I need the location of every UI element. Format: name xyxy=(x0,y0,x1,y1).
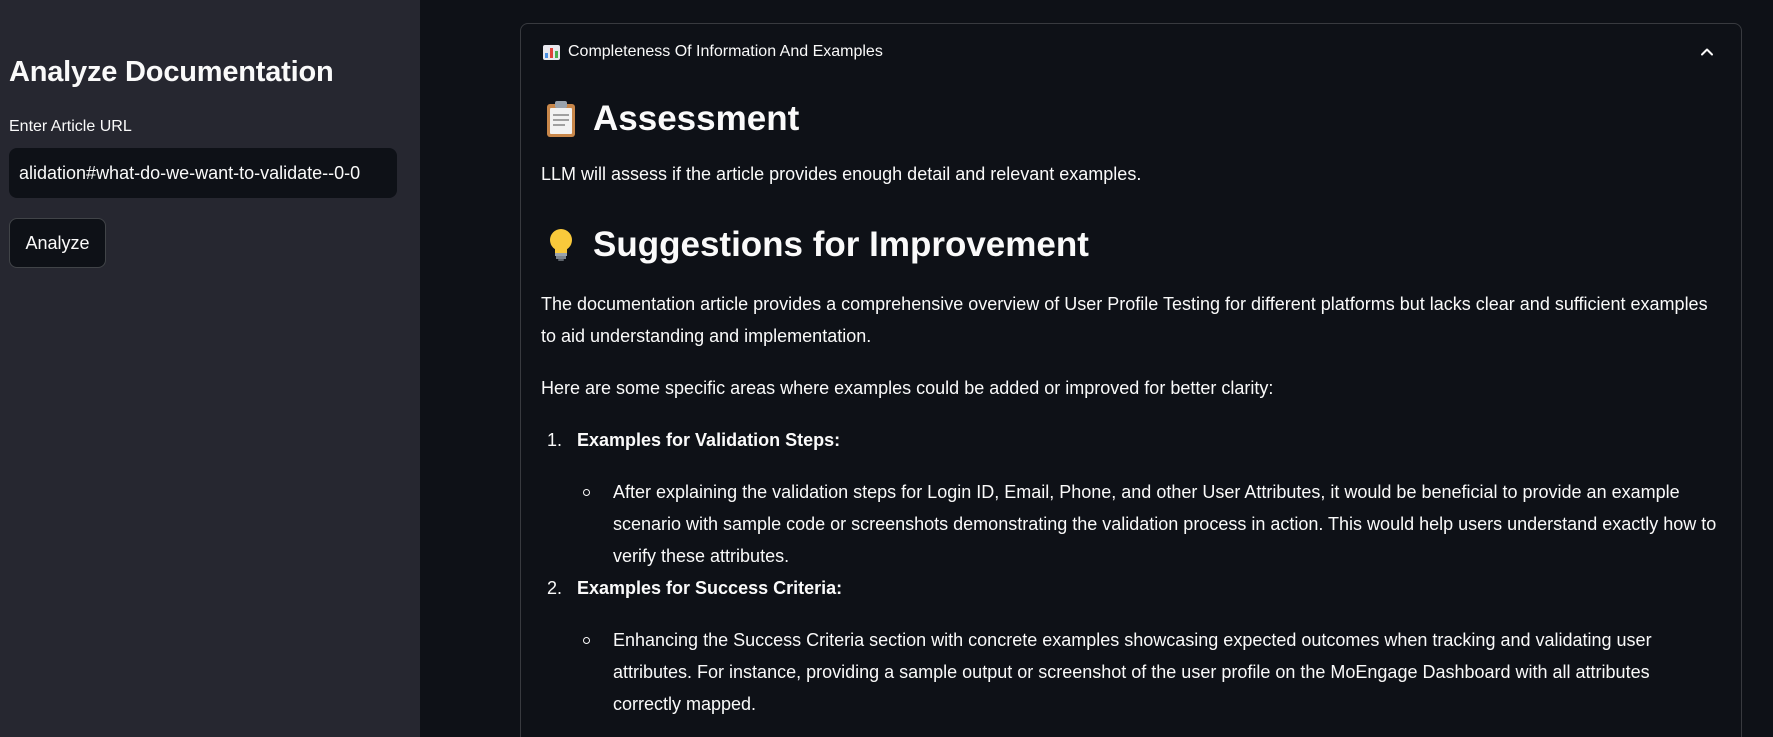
assessment-heading-text: Assessment xyxy=(593,99,800,138)
suggestions-heading-text: Suggestions for Improvement xyxy=(593,225,1089,264)
intro-paragraph: The documentation article provides a com… xyxy=(541,294,1708,346)
list-item-number: 2. xyxy=(547,578,563,598)
bullet-text: Enhancing the Success Criteria section w… xyxy=(613,630,1652,714)
list-item-bullet: After explaining the validation steps fo… xyxy=(541,476,1721,572)
sidebar: Analyze Documentation Enter Article URL … xyxy=(0,0,420,737)
bullet-text: After explaining the validation steps fo… xyxy=(613,482,1717,566)
assessment-heading: Assessment xyxy=(541,94,1721,144)
app-window: Analyze Documentation Enter Article URL … xyxy=(0,0,1773,737)
list-item-number: 1. xyxy=(547,430,563,450)
bullet-marker xyxy=(583,637,590,644)
url-field-label: Enter Article URL xyxy=(9,118,132,135)
suggestions-list: 1. Examples for Validation Steps: After … xyxy=(541,424,1721,720)
list-item: 1. Examples for Validation Steps: xyxy=(541,424,1721,456)
assessment-text: LLM will assess if the article provides … xyxy=(541,164,1142,184)
bullet-marker xyxy=(583,489,590,496)
suggestions-heading: Suggestions for Improvement xyxy=(541,220,1721,270)
clipboard-icon xyxy=(541,99,581,139)
areas-paragraph: Here are some specific areas where examp… xyxy=(541,378,1274,398)
lightbulb-icon xyxy=(541,225,581,265)
expander-label: Completeness Of Information And Examples xyxy=(568,43,883,60)
list-item-bullet: Enhancing the Success Criteria section w… xyxy=(541,624,1721,720)
list-item: 2. Examples for Success Criteria: xyxy=(541,572,1721,604)
completeness-expander: Completeness Of Information And Examples xyxy=(520,23,1742,737)
list-item-title: Examples for Validation Steps: xyxy=(577,430,841,450)
expander-content: Assessment LLM will assess if the articl… xyxy=(541,94,1721,720)
bar-chart-icon xyxy=(543,45,560,60)
analyze-button[interactable]: Analyze xyxy=(9,218,106,268)
expander-header[interactable]: Completeness Of Information And Examples xyxy=(521,24,1741,74)
article-url-input[interactable] xyxy=(9,148,397,198)
chevron-up-icon[interactable] xyxy=(1699,44,1715,60)
list-item-title: Examples for Success Criteria: xyxy=(577,578,843,598)
sidebar-title: Analyze Documentation xyxy=(9,56,334,88)
